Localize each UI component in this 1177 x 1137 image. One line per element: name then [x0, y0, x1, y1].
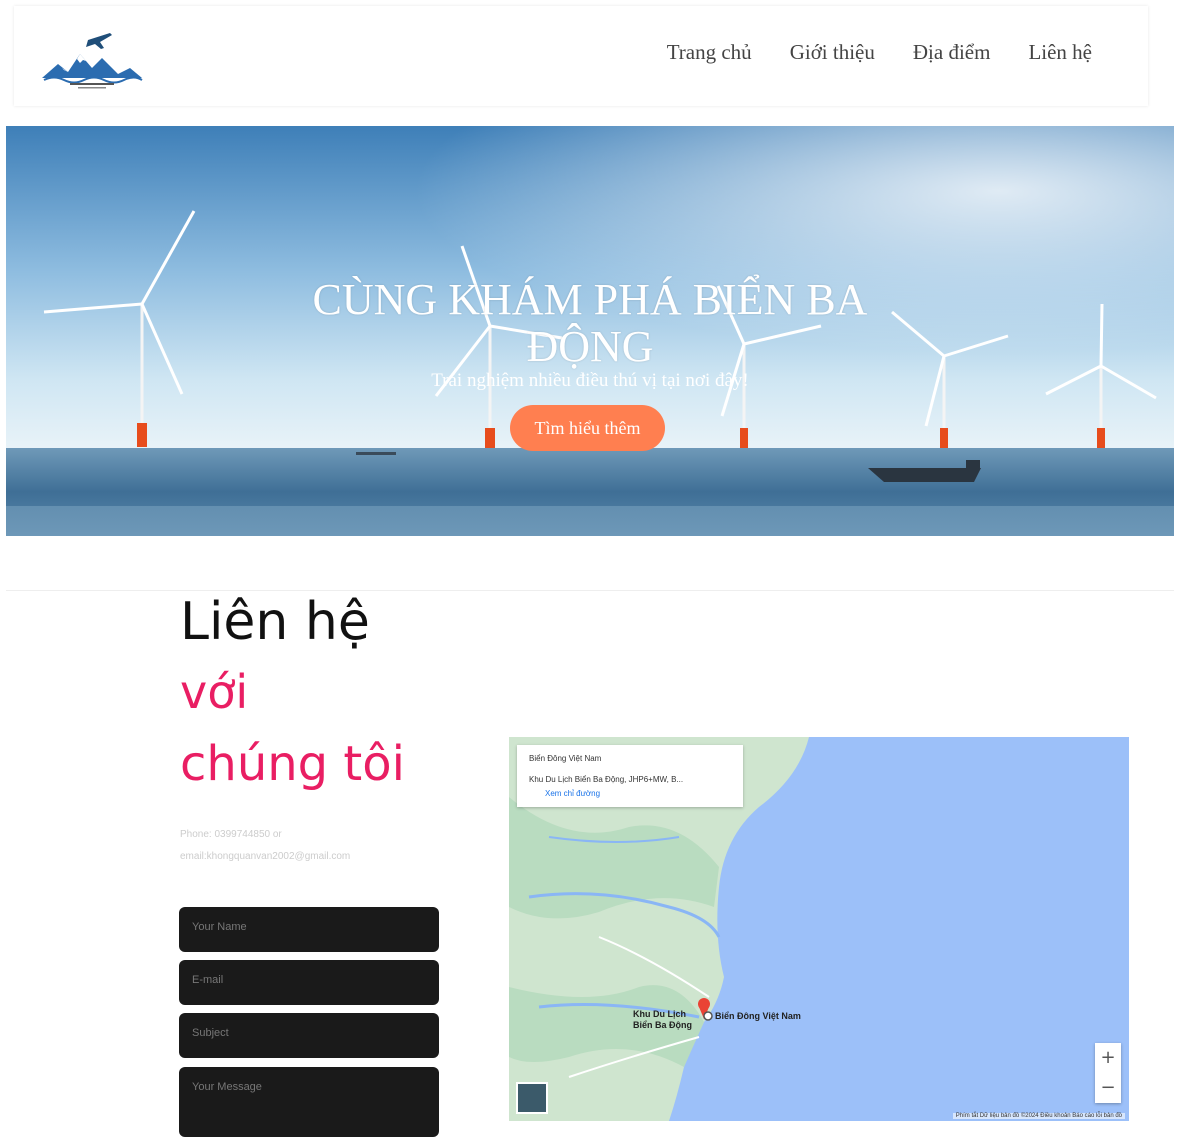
logo-icon[interactable] [40, 28, 144, 90]
contact-email: email:khongquanvan2002@gmail.com [180, 851, 351, 862]
contact-heading-accent-2: chúng tôi [180, 736, 405, 792]
learn-more-button[interactable]: Tìm hiểu thêm [510, 405, 665, 451]
map-info-card: Biển Đông Việt Nam Khu Du Lịch Biển Ba Đ… [517, 745, 743, 807]
map-zoom-controls: + − [1095, 1043, 1121, 1103]
hero-banner: CÙNG KHÁM PHÁ BIỂN BA ĐỘNG Trải nghiệm n… [6, 126, 1174, 536]
zoom-in-button[interactable]: + [1095, 1043, 1121, 1073]
contact-info: Phone: 0399744850 or email:khongquanvan2… [180, 824, 350, 868]
navbar: Trang chủ Giới thiệu Địa điểm Liên hệ [14, 6, 1148, 106]
nav-link-home[interactable]: Trang chủ [667, 40, 752, 65]
nav-menu: Trang chủ Giới thiệu Địa điểm Liên hệ [667, 40, 1092, 65]
map-attribution: Phím tắt Dữ liệu bản đồ ©2024 Điều khoản… [952, 1113, 1125, 1119]
section-divider [6, 590, 1174, 591]
hero-title-line2: ĐỘNG [526, 322, 654, 371]
name-input[interactable]: Your Name [179, 907, 439, 952]
map-label-sea: Biển Đông Việt Nam [715, 1011, 801, 1021]
contact-heading-accent-1: với [180, 665, 249, 719]
contact-heading: Liên hệ [180, 592, 370, 652]
subject-input[interactable]: Subject [179, 1013, 439, 1058]
message-textarea[interactable]: Your Message [179, 1067, 439, 1137]
nav-link-contact[interactable]: Liên hệ [1028, 40, 1092, 65]
map-label-resort: Khu Du Lịch Biển Ba Động [633, 1009, 693, 1030]
nav-link-about[interactable]: Giới thiệu [790, 40, 875, 65]
map-embed[interactable]: Biển Đông Việt Nam Khu Du Lịch Biển Ba Đ… [509, 737, 1129, 1121]
hero-subtitle: Trải nghiệm nhiều điều thú vị tại nơi đâ… [431, 370, 749, 391]
hero-title: CÙNG KHÁM PHÁ BIỂN BA ĐỘNG [6, 276, 1174, 370]
map-card-title: Biển Đông Việt Nam [529, 754, 602, 763]
hero-title-line1: CÙNG KHÁM PHÁ BIỂN BA [312, 275, 868, 324]
email-input[interactable]: E-mail [179, 960, 439, 1005]
map-card-address: Khu Du Lịch Biển Ba Động, JHP6+MW, B... [529, 775, 684, 784]
contact-phone: Phone: 0399744850 or [180, 829, 282, 840]
nav-link-places[interactable]: Địa điểm [913, 40, 991, 65]
map-directions-link[interactable]: Xem chỉ đường [545, 789, 600, 798]
zoom-out-button[interactable]: − [1095, 1073, 1121, 1103]
